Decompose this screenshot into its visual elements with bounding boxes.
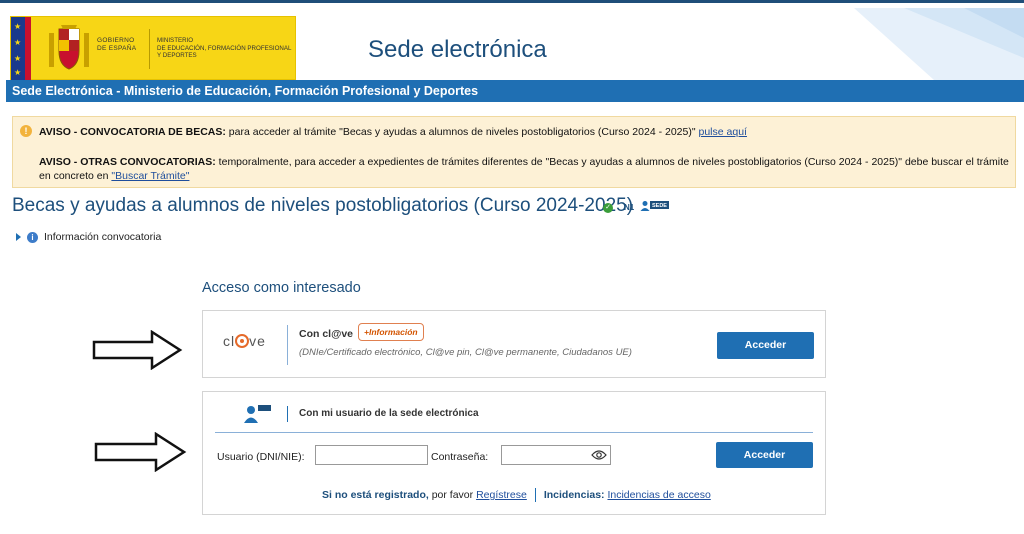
arrow-right-icon bbox=[92, 330, 183, 370]
pulse-aqui-link[interactable]: pulse aquí bbox=[699, 126, 747, 138]
sede-user-icon: SEDE bbox=[640, 201, 669, 211]
government-name: GOBIERNO DE ESPAÑA bbox=[97, 37, 137, 52]
clave-description: (DNIe/Certificado electrónico, Cl@ve pin… bbox=[299, 347, 632, 358]
info-icon: i bbox=[27, 231, 38, 243]
level-badge: N1 bbox=[624, 203, 635, 212]
user-sede-icon bbox=[244, 405, 271, 423]
arrow-right-icon bbox=[94, 432, 187, 472]
user-box-title: Con mi usuario de la sede electrónica bbox=[299, 408, 479, 419]
ministry-bar: Sede Electrónica - Ministerio de Educaci… bbox=[6, 80, 1024, 102]
info-convocatoria-toggle[interactable]: i Información convocatoria bbox=[16, 231, 161, 243]
site-header: ★ ★ ★ ★ GOBIERNO DE ESPAÑA MINISTERIO DE ED… bbox=[0, 8, 1024, 81]
eye-icon[interactable] bbox=[591, 450, 607, 460]
clave-logo-icon bbox=[235, 334, 250, 349]
user-label: Usuario (DNI/NIE): bbox=[217, 451, 305, 463]
register-link[interactable]: Regístrese bbox=[476, 489, 527, 501]
clave-acceder-button[interactable]: Acceder bbox=[717, 332, 814, 359]
user-acceder-button[interactable]: Acceder bbox=[716, 442, 813, 468]
more-info-button[interactable]: +Información bbox=[358, 323, 424, 341]
site-title: Sede electrónica bbox=[368, 36, 547, 63]
ministry-name: MINISTERIO DE EDUCACIÓN, FORMACIÓN PROFE… bbox=[157, 37, 292, 59]
clave-title: Con cl@ve bbox=[299, 328, 354, 340]
government-logo[interactable]: ★ ★ ★ ★ GOBIERNO DE ESPAÑA MINISTERIO DE ED… bbox=[10, 16, 296, 81]
user-dni-input[interactable] bbox=[315, 445, 428, 465]
header-decoration bbox=[604, 8, 1024, 80]
buscar-tramite-link[interactable]: "Buscar Trámite" bbox=[111, 170, 189, 182]
password-label: Contraseña: bbox=[431, 451, 489, 463]
clave-access-box: cl ve Con cl@ve +Información (DNIe/Certif… bbox=[202, 310, 826, 378]
coat-of-arms-icon bbox=[49, 25, 89, 70]
eu-flag-icon: ★ ★ ★ ★ bbox=[11, 17, 25, 81]
notice-otras: AVISO - OTRAS CONVOCATORIAS: temporalmen… bbox=[39, 156, 1009, 182]
spain-flag-stripe bbox=[25, 17, 31, 81]
svg-text:SEDE: SEDE bbox=[652, 203, 667, 209]
notice-becas: AVISO - CONVOCATORIA DE BECAS: para acce… bbox=[39, 126, 747, 138]
notice-box: ! AVISO - CONVOCATORIA DE BECAS: para ac… bbox=[12, 116, 1016, 188]
access-section-title: Acceso como interesado bbox=[202, 280, 361, 296]
clave-logo: cl ve bbox=[223, 333, 266, 349]
page-title: Becas y ayudas a alumnos de niveles post… bbox=[12, 195, 634, 216]
register-row: Si no está registrado, por favor Regístr… bbox=[322, 488, 711, 502]
warning-icon: ! bbox=[20, 125, 32, 137]
check-icon: ✓ bbox=[603, 203, 613, 213]
expand-arrow-icon bbox=[16, 233, 21, 242]
top-border bbox=[0, 0, 1024, 8]
user-access-box: Con mi usuario de la sede electrónica Us… bbox=[202, 391, 826, 515]
incidents-link[interactable]: Incidencias de acceso bbox=[607, 489, 710, 501]
